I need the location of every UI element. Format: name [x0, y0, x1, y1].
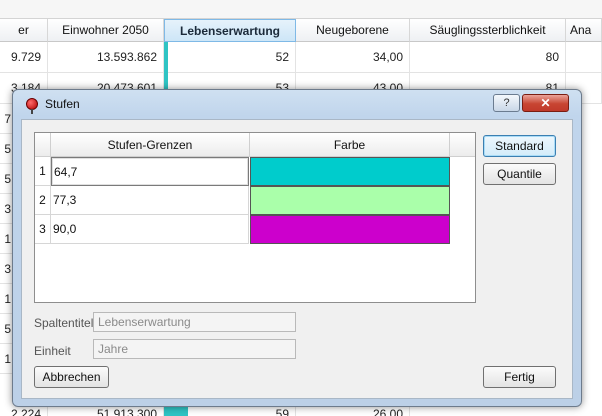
- stufen-dialog: Stufen ? ✕ Stufen-Grenzen Farbe 1 64,7 2…: [12, 89, 582, 407]
- table-toolbar-strip: [0, 0, 602, 19]
- table-cell: [566, 42, 602, 73]
- spaltentitel-label: Spaltentitel: [34, 316, 94, 330]
- spaltentitel-field[interactable]: Lebenserwartung: [93, 312, 296, 332]
- dialog-title: Stufen: [45, 97, 80, 111]
- table-cell: 80: [410, 42, 566, 73]
- table-cell: 13.593.862: [48, 42, 164, 73]
- column-header-stufen-grenzen[interactable]: Stufen-Grenzen: [51, 133, 250, 157]
- stufen-grid: Stufen-Grenzen Farbe 1 64,7 2 77,3 3 90,…: [34, 132, 476, 303]
- fertig-button[interactable]: Fertig: [483, 366, 556, 388]
- color-swatch-1[interactable]: [250, 157, 450, 186]
- einheit-label: Einheit: [34, 344, 71, 358]
- value-bar: [164, 42, 168, 73]
- table-cell: 52: [164, 42, 296, 73]
- quantile-button[interactable]: Quantile: [483, 163, 556, 185]
- dialog-titlebar[interactable]: Stufen ? ✕: [13, 90, 581, 118]
- threshold-input-1[interactable]: 64,7: [51, 157, 249, 186]
- close-button[interactable]: ✕: [522, 94, 569, 112]
- table-cell: 9.729: [0, 42, 48, 73]
- header-cell-neugeborene[interactable]: Neugeborene: [296, 19, 410, 42]
- standard-button[interactable]: Standard: [483, 135, 556, 157]
- row-number: 3: [35, 215, 51, 244]
- threshold-input-3[interactable]: 90,0: [51, 215, 249, 244]
- header-cell-er[interactable]: er: [0, 19, 48, 42]
- pushpin-icon: [26, 98, 38, 114]
- header-cell-ana[interactable]: Ana: [566, 19, 602, 42]
- color-swatch-3[interactable]: [250, 215, 450, 244]
- column-header-filler: [450, 133, 475, 157]
- header-cell-lebenserwartung[interactable]: Lebenserwartung: [164, 19, 296, 42]
- color-swatch-2[interactable]: [250, 186, 450, 215]
- einheit-field[interactable]: Jahre: [93, 339, 296, 359]
- threshold-input-2[interactable]: 77,3: [51, 186, 249, 215]
- header-cell-saeuglingssterblichkeit[interactable]: Säuglingssterblichkeit: [410, 19, 566, 42]
- header-cell-einwohner-2050[interactable]: Einwohner 2050: [48, 19, 164, 42]
- column-header-farbe[interactable]: Farbe: [250, 133, 450, 157]
- help-button[interactable]: ?: [493, 94, 520, 112]
- abbrechen-button[interactable]: Abbrechen: [34, 366, 109, 388]
- grid-corner: [35, 133, 51, 157]
- row-number: 1: [35, 157, 51, 186]
- dialog-client-area: Stufen-Grenzen Farbe 1 64,7 2 77,3 3 90,…: [21, 119, 573, 399]
- table-cell: 34,00: [296, 42, 410, 73]
- row-number: 2: [35, 186, 51, 215]
